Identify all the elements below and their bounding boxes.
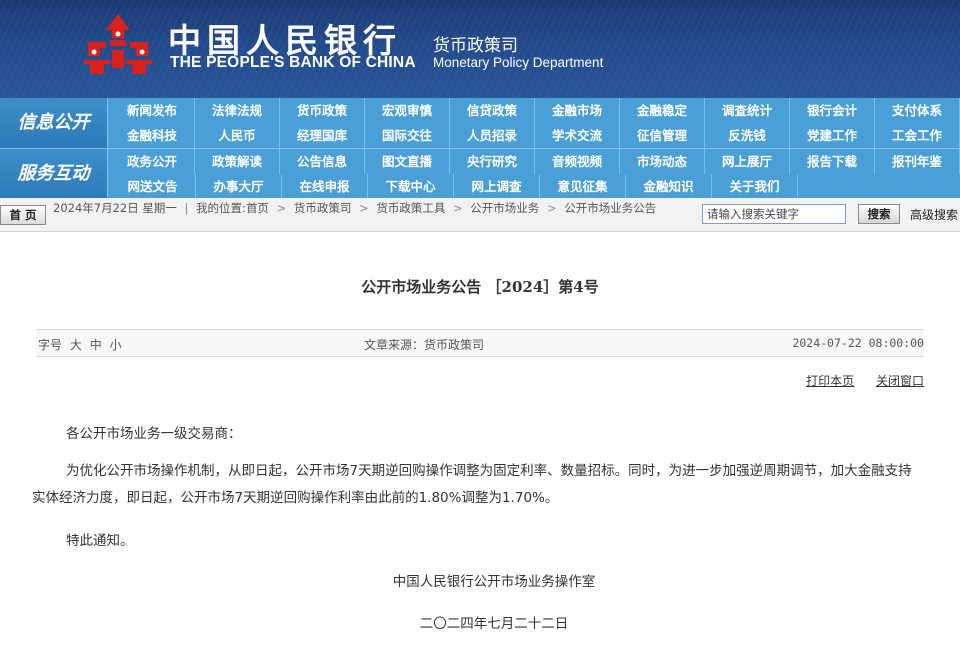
signature-date: 二〇二四年七月二十二日: [419, 616, 569, 632]
nav-item[interactable]: 报刊年鉴: [875, 149, 960, 174]
nav-item[interactable]: 学术交流: [535, 123, 620, 148]
breadcrumb-separator: >: [453, 201, 463, 215]
nav-item[interactable]: 政务公开: [110, 149, 195, 174]
nav-row: 政务公开 政策解读 公告信息 图文直播 央行研究 音频视频 市场动态 网上展厅 …: [110, 149, 960, 174]
nav-item[interactable]: 办事大厅: [196, 174, 282, 199]
nav-item[interactable]: 央行研究: [450, 149, 535, 174]
nav-item[interactable]: 宏观审慎: [365, 98, 450, 123]
search-input[interactable]: [702, 204, 846, 224]
nav-row: 金融科技 人民币 经理国库 国际交往 人员招录 学术交流 征信管理 反洗钱 党建…: [110, 123, 960, 148]
article-date: 2024-07-22 08:00:00: [792, 336, 924, 350]
department-name-en: Monetary Policy Department: [433, 55, 604, 70]
breadcrumb: 2024年7月22日 星期一 | 我的位置:首页 > 货币政策司 > 货币政策工…: [53, 201, 701, 231]
nav-item[interactable]: 音频视频: [535, 149, 620, 174]
nav-item[interactable]: 货币政策: [280, 98, 365, 123]
breadcrumb-current[interactable]: 公开市场业务公告: [564, 201, 656, 215]
bank-name-en: THE PEOPLE'S BANK OF CHINA: [170, 54, 416, 71]
nav-item[interactable]: 金融科技: [110, 123, 195, 148]
signature-organization: 中国人民银行公开市场业务操作室: [392, 574, 596, 590]
nav-row: 网送文告 办事大厅 在线申报 下载中心 网上调查 意见征集 金融知识 关于我们: [110, 174, 960, 199]
nav-item[interactable]: 法律法规: [195, 98, 280, 123]
font-size-small-button[interactable]: 小: [110, 338, 122, 352]
nav-item[interactable]: 工会工作: [875, 123, 960, 148]
search-button[interactable]: 搜索: [858, 204, 900, 224]
nav-item[interactable]: 新闻发布: [110, 98, 195, 123]
breadcrumb-separator: >: [359, 201, 369, 215]
nav-item[interactable]: 意见征集: [540, 174, 626, 199]
breadcrumb-separator: >: [276, 201, 287, 215]
nav-item[interactable]: 支付体系: [875, 98, 960, 123]
nav-item[interactable]: 在线申报: [282, 174, 368, 199]
nav-item[interactable]: 征信管理: [620, 123, 705, 148]
nav-group-service: 服务互动 政务公开 政策解读 公告信息 图文直播 央行研究 音频视频 市场动态 …: [0, 148, 960, 199]
location-label: 我的位置:: [196, 201, 246, 215]
nav-item[interactable]: 下载中心: [368, 174, 454, 199]
nav-item[interactable]: 关于我们: [712, 174, 798, 199]
breadcrumb-bar: 首 页 2024年7月22日 星期一 | 我的位置:首页 > 货币政策司 > 货…: [0, 198, 960, 232]
nav-group-info: 信息公开 新闻发布 法律法规 货币政策 宏观审慎 信贷政策 金融市场 金融稳定 …: [0, 98, 960, 148]
article-title: 公开市场业务公告 ［2024］第4号: [361, 278, 599, 296]
nav-item[interactable]: 市场动态: [620, 149, 705, 174]
article-tools: 打印本页 关闭窗口: [788, 372, 924, 389]
nav-item[interactable]: 金融知识: [626, 174, 712, 199]
nav-item[interactable]: 经理国库: [280, 123, 365, 148]
nav-item[interactable]: 政策解读: [195, 149, 280, 174]
nav-group-label-service: 服务互动: [0, 149, 108, 199]
article-greeting: 各公开市场业务一级交易商：: [66, 426, 242, 442]
nav-row: 新闻发布 法律法规 货币政策 宏观审慎 信贷政策 金融市场 金融稳定 调查统计 …: [110, 98, 960, 123]
nav-item[interactable]: 国际交往: [365, 123, 450, 148]
font-size-label: 字号: [38, 338, 63, 352]
nav-item[interactable]: 网上展厅: [705, 149, 790, 174]
article-info-bar: 字号 大 中 小 文章来源：货币政策司 2024-07-22 08:00:00: [36, 329, 924, 357]
nav-item[interactable]: 党建工作: [790, 123, 875, 148]
nav-item[interactable]: 信贷政策: [450, 98, 535, 123]
font-size-medium-button[interactable]: 中: [90, 338, 102, 352]
nav-group-label-info: 信息公开: [0, 98, 108, 148]
breadcrumb-link[interactable]: 公开市场业务: [470, 201, 539, 215]
nav-item[interactable]: 人员招录: [450, 123, 535, 148]
breadcrumb-link[interactable]: 货币政策工具: [376, 201, 445, 215]
advanced-search-link[interactable]: 高级搜索: [910, 206, 958, 223]
font-size-large-button[interactable]: 大: [70, 338, 82, 352]
breadcrumb-separator: >: [546, 201, 557, 215]
breadcrumb-link[interactable]: 货币政策司: [294, 201, 352, 215]
nav-item[interactable]: 金融稳定: [620, 98, 705, 123]
breadcrumb-link-home[interactable]: 首页: [246, 201, 269, 215]
article-paragraph: 为优化公开市场操作机制，从即日起，公开市场7天期逆回购操作调整为固定利率、数量招…: [32, 463, 912, 506]
nav-item[interactable]: 调查统计: [705, 98, 790, 123]
nav-item[interactable]: 图文直播: [365, 149, 450, 174]
pboc-logo-icon[interactable]: [80, 12, 156, 78]
site-header-banner: 中国人民银行 THE PEOPLE'S BANK OF CHINA 货币政策司 …: [0, 0, 960, 98]
nav-item[interactable]: 公告信息: [280, 149, 365, 174]
article-closing: 特此通知。: [66, 533, 134, 549]
department-name-cn: 货币政策司: [433, 36, 518, 56]
close-window-link[interactable]: 关闭窗口: [876, 374, 924, 388]
current-date: 2024年7月22日 星期一: [53, 201, 177, 215]
main-navigation: 信息公开 新闻发布 法律法规 货币政策 宏观审慎 信贷政策 金融市场 金融稳定 …: [0, 98, 960, 199]
nav-item[interactable]: 报告下载: [790, 149, 875, 174]
print-page-link[interactable]: 打印本页: [806, 374, 854, 388]
font-size-control: 字号 大 中 小: [38, 336, 122, 353]
nav-item[interactable]: 反洗钱: [705, 123, 790, 148]
nav-item[interactable]: 金融市场: [535, 98, 620, 123]
nav-item[interactable]: 网送文告: [110, 174, 196, 199]
nav-item[interactable]: 银行会计: [790, 98, 875, 123]
article-source: 文章来源：货币政策司: [364, 338, 485, 352]
nav-item[interactable]: 人民币: [195, 123, 280, 148]
nav-item[interactable]: 网上调查: [454, 174, 540, 199]
breadcrumb-separator: |: [184, 201, 189, 215]
home-button[interactable]: 首 页: [0, 205, 46, 225]
